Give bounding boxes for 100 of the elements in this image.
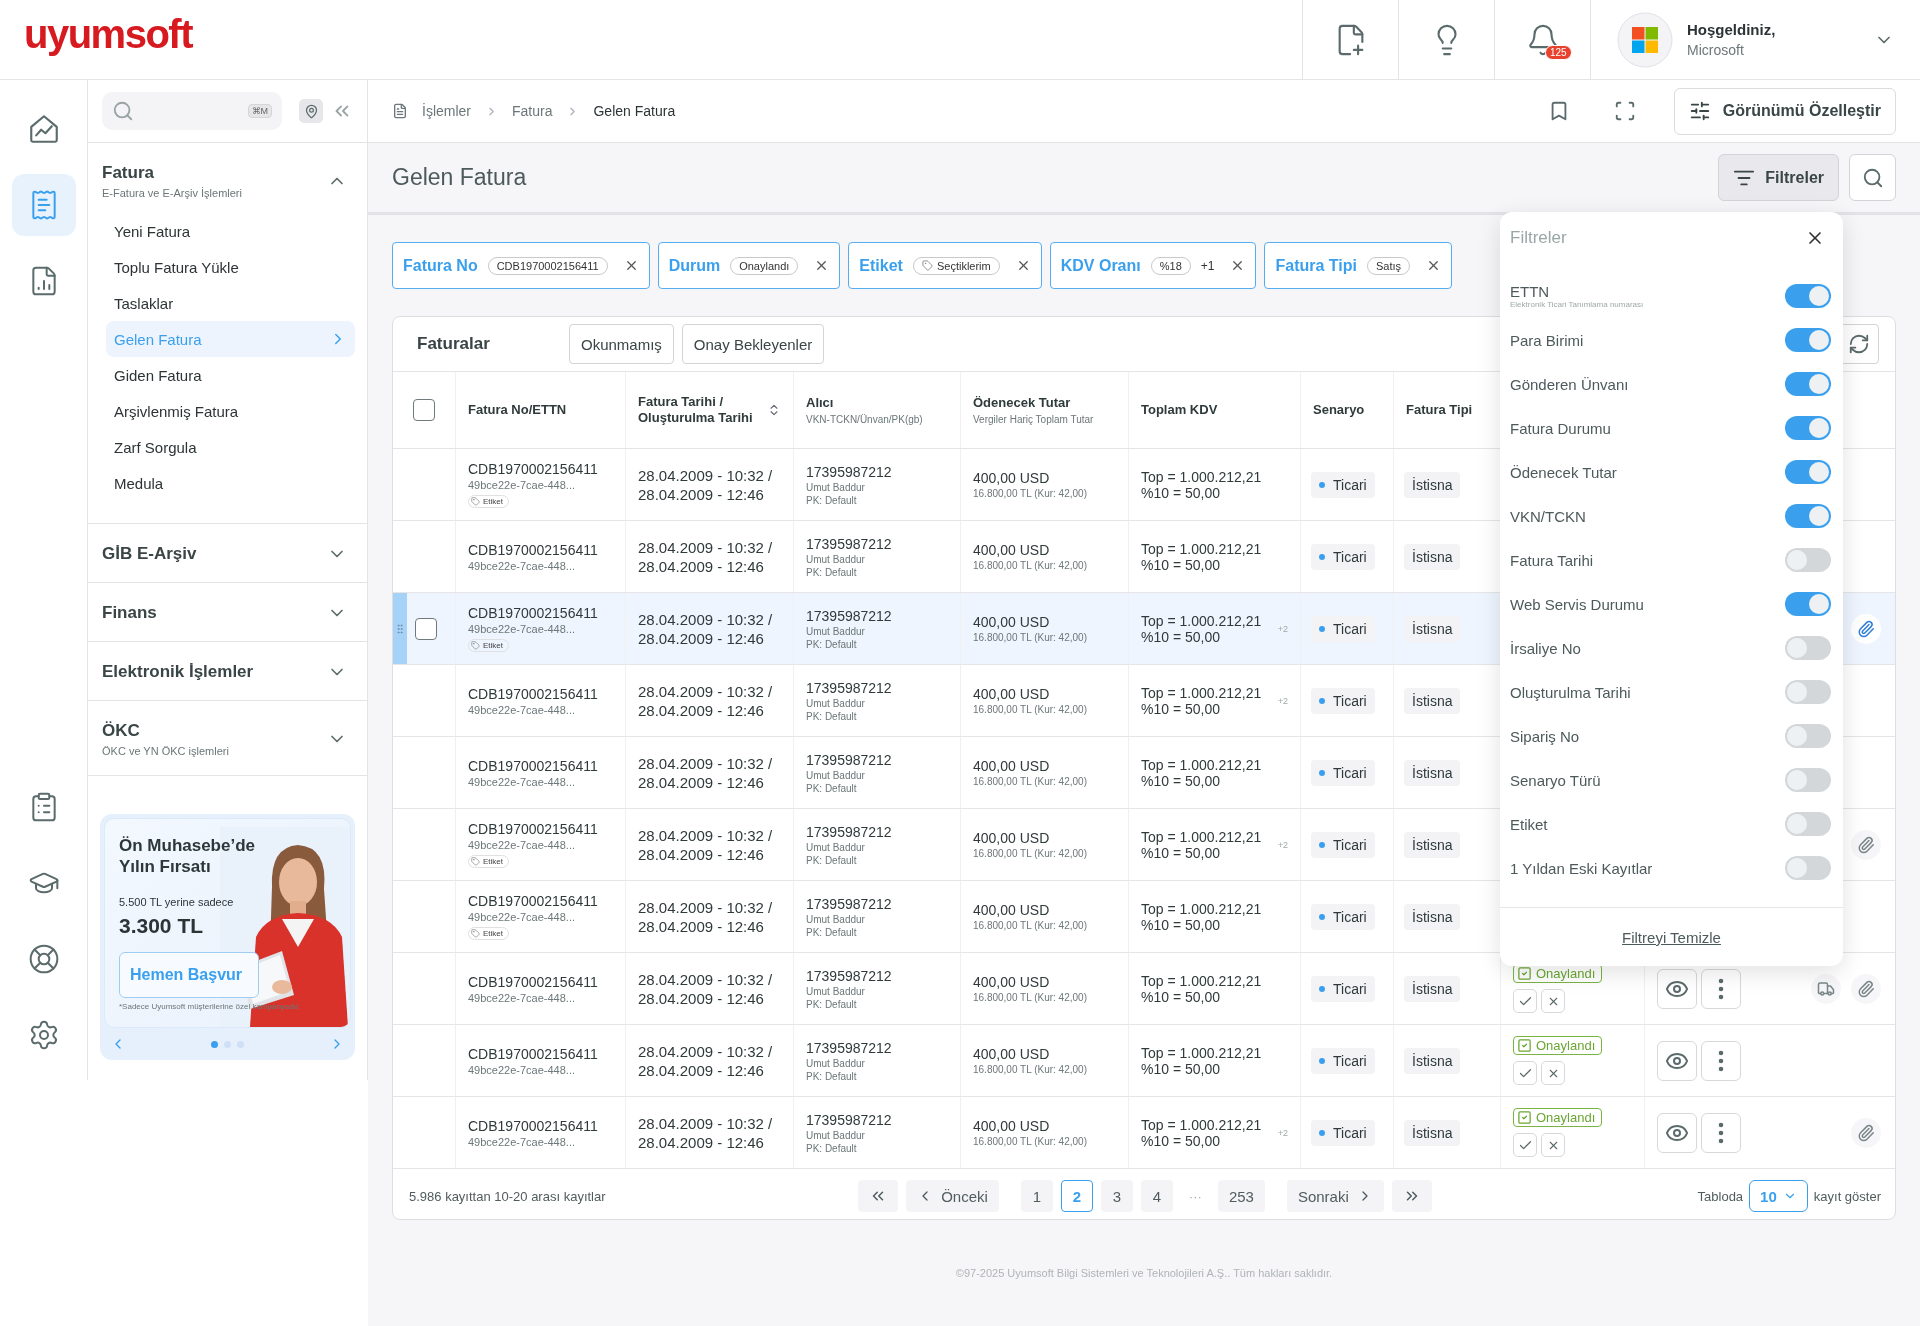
approve-button[interactable]: [1513, 1061, 1537, 1085]
reject-button[interactable]: [1541, 1061, 1565, 1085]
section-title: ÖKC: [102, 721, 141, 741]
toggle-label: Gönderen Ünvanı: [1510, 375, 1630, 393]
view-button[interactable]: [1657, 1040, 1697, 1081]
toggle-switch[interactable]: [1785, 416, 1831, 440]
more-button[interactable]: [1701, 1040, 1741, 1081]
approve-button[interactable]: [1513, 989, 1537, 1013]
breadcrumb-link[interactable]: İşlemler: [422, 103, 471, 119]
menu-item[interactable]: Arşivlenmiş Fatura: [106, 393, 355, 429]
more-button[interactable]: [1701, 968, 1741, 1009]
toggle-switch[interactable]: [1785, 548, 1831, 572]
breadcrumb-link[interactable]: Fatura: [512, 103, 553, 119]
rail-nav-button[interactable]: [11, 174, 76, 236]
recipient-name: Umut Baddur: [806, 913, 866, 925]
menu-item[interactable]: Zarf Sorgula: [106, 429, 355, 465]
menu-item[interactable]: Yeni Fatura: [106, 213, 355, 249]
toggle-switch[interactable]: [1785, 812, 1831, 836]
row-checkbox[interactable]: [415, 617, 437, 640]
truck-icon: [1817, 979, 1835, 998]
approve-button[interactable]: [1513, 1133, 1537, 1157]
breadcrumb-link[interactable]: Gelen Fatura: [593, 103, 676, 119]
table-row[interactable]: [393, 1097, 1895, 1169]
next-page-button[interactable]: Sonraki: [1286, 1180, 1384, 1212]
toggle-switch[interactable]: [1785, 768, 1831, 792]
last-page-button[interactable]: [1391, 1180, 1432, 1212]
filter-chip[interactable]: Fatura Tipi Satış: [1264, 242, 1453, 289]
ettn-text: 49bce22e-7cae-448...: [468, 839, 577, 851]
menu-section-header[interactable]: Fatura E-Fatura ve E-Arşiv İşlemleri: [88, 143, 367, 199]
created-date: 28.04.2009 - 12:46: [638, 917, 765, 935]
drag-handle[interactable]: [393, 593, 407, 664]
attachment-button[interactable]: [1851, 613, 1881, 644]
page-button[interactable]: 4: [1140, 1180, 1173, 1212]
search-button[interactable]: [1849, 154, 1896, 201]
filter-chip[interactable]: Etiket Seçtiklerim: [848, 242, 1042, 289]
table-row[interactable]: [393, 1025, 1895, 1097]
table-row[interactable]: [393, 953, 1895, 1025]
chip-label: Fatura Tipi: [1275, 256, 1357, 275]
vat-total: Top = 1.000.212,21: [1141, 900, 1263, 917]
page-button[interactable]: 253: [1217, 1180, 1265, 1212]
toggle-switch[interactable]: [1785, 504, 1831, 528]
chip-label: Etiket: [859, 256, 903, 275]
toggle-switch[interactable]: [1785, 680, 1831, 704]
attachment-button[interactable]: [1851, 1117, 1881, 1148]
pin-button[interactable]: [299, 99, 323, 123]
toggle-switch[interactable]: [1785, 856, 1831, 880]
reject-button[interactable]: [1541, 989, 1565, 1013]
paperclip-icon: [1857, 1123, 1875, 1142]
menu-item[interactable]: Taslaklar: [106, 285, 355, 321]
filter-chip[interactable]: Fatura No CDB1970002156411: [392, 242, 650, 289]
customize-view-button[interactable]: Görünümü Özelleştir: [1673, 87, 1896, 135]
slide-dot[interactable]: [211, 1040, 218, 1048]
toggle-switch[interactable]: [1785, 284, 1831, 308]
toggle-switch[interactable]: [1785, 460, 1831, 484]
toggle-label: Oluşturulma Tarihi: [1510, 683, 1632, 701]
filter-chip[interactable]: KDV Oranı %18 +1: [1049, 242, 1257, 289]
toggle-switch[interactable]: [1785, 724, 1831, 748]
more-count: +2: [1277, 1127, 1288, 1138]
menu-section-header[interactable]: GİB E-Arşiv: [88, 524, 367, 564]
attachment-button[interactable]: [1851, 973, 1881, 1004]
invoice-number: CDB1970002156411: [468, 821, 599, 837]
page-button[interactable]: 1: [1020, 1180, 1053, 1212]
toggle-switch[interactable]: [1785, 372, 1831, 396]
more-button[interactable]: [1701, 1112, 1741, 1153]
table-tab[interactable]: Onay Bekleyenler: [681, 324, 825, 364]
view-button[interactable]: [1657, 968, 1697, 1009]
status-label: Onaylandı: [1513, 1036, 1603, 1055]
recipient-name: Umut Baddur: [806, 985, 866, 997]
menu-section-header[interactable]: Finans: [88, 583, 367, 623]
toggle-switch[interactable]: [1785, 328, 1831, 352]
toggle-switch[interactable]: [1785, 636, 1831, 660]
menu-item[interactable]: Giden Fatura: [106, 357, 355, 393]
filter-chip[interactable]: Durum Onaylandı: [657, 242, 841, 289]
search-field[interactable]: ⌘M: [102, 92, 282, 130]
pk-text: PK: Default: [806, 710, 858, 722]
menu-item[interactable]: Medula: [106, 465, 355, 501]
menu-section-header[interactable]: ÖKC ÖKC ve YN ÖKC işlemleri: [88, 701, 367, 757]
first-page-button[interactable]: [858, 1180, 899, 1212]
page-button[interactable]: 3: [1100, 1180, 1133, 1212]
column-header: Fatura Tipi: [1406, 402, 1474, 418]
select-all-checkbox[interactable]: [413, 399, 435, 421]
section-subtitle: ÖKC ve YN ÖKC işlemleri: [102, 745, 230, 757]
sliders-icon: [1688, 100, 1711, 122]
recipient-name: Umut Baddur: [806, 841, 866, 853]
attachment-button[interactable]: [1851, 829, 1881, 860]
menu-section-header[interactable]: Elektronik İşlemler: [88, 642, 367, 682]
vat-total: Top = 1.000.212,21: [1141, 468, 1263, 485]
clear-filter-link[interactable]: Filtreyi Temizle: [1622, 928, 1721, 946]
menu-item[interactable]: Toplu Fatura Yükle: [106, 249, 355, 285]
promo-old-price: 5.500 TL yerine sadece: [119, 895, 235, 908]
toggle-switch[interactable]: [1785, 592, 1831, 616]
table-tab[interactable]: Okunmamış: [569, 324, 674, 364]
view-button[interactable]: [1657, 1112, 1697, 1153]
delivery-button[interactable]: [1811, 973, 1841, 1004]
previous-page-button[interactable]: Önceki: [906, 1180, 999, 1212]
reject-button[interactable]: [1541, 1133, 1565, 1157]
filters-button[interactable]: Filtreler: [1718, 154, 1839, 201]
pk-text: PK: Default: [806, 1070, 858, 1082]
pin-icon: [303, 103, 319, 119]
copyright-text: ©97-2025 Uyumsoft Bilgi Sistemleri ve Teknolojileri A.Ş.. Tüm hakları saklıdır.: [955, 1267, 1333, 1279]
